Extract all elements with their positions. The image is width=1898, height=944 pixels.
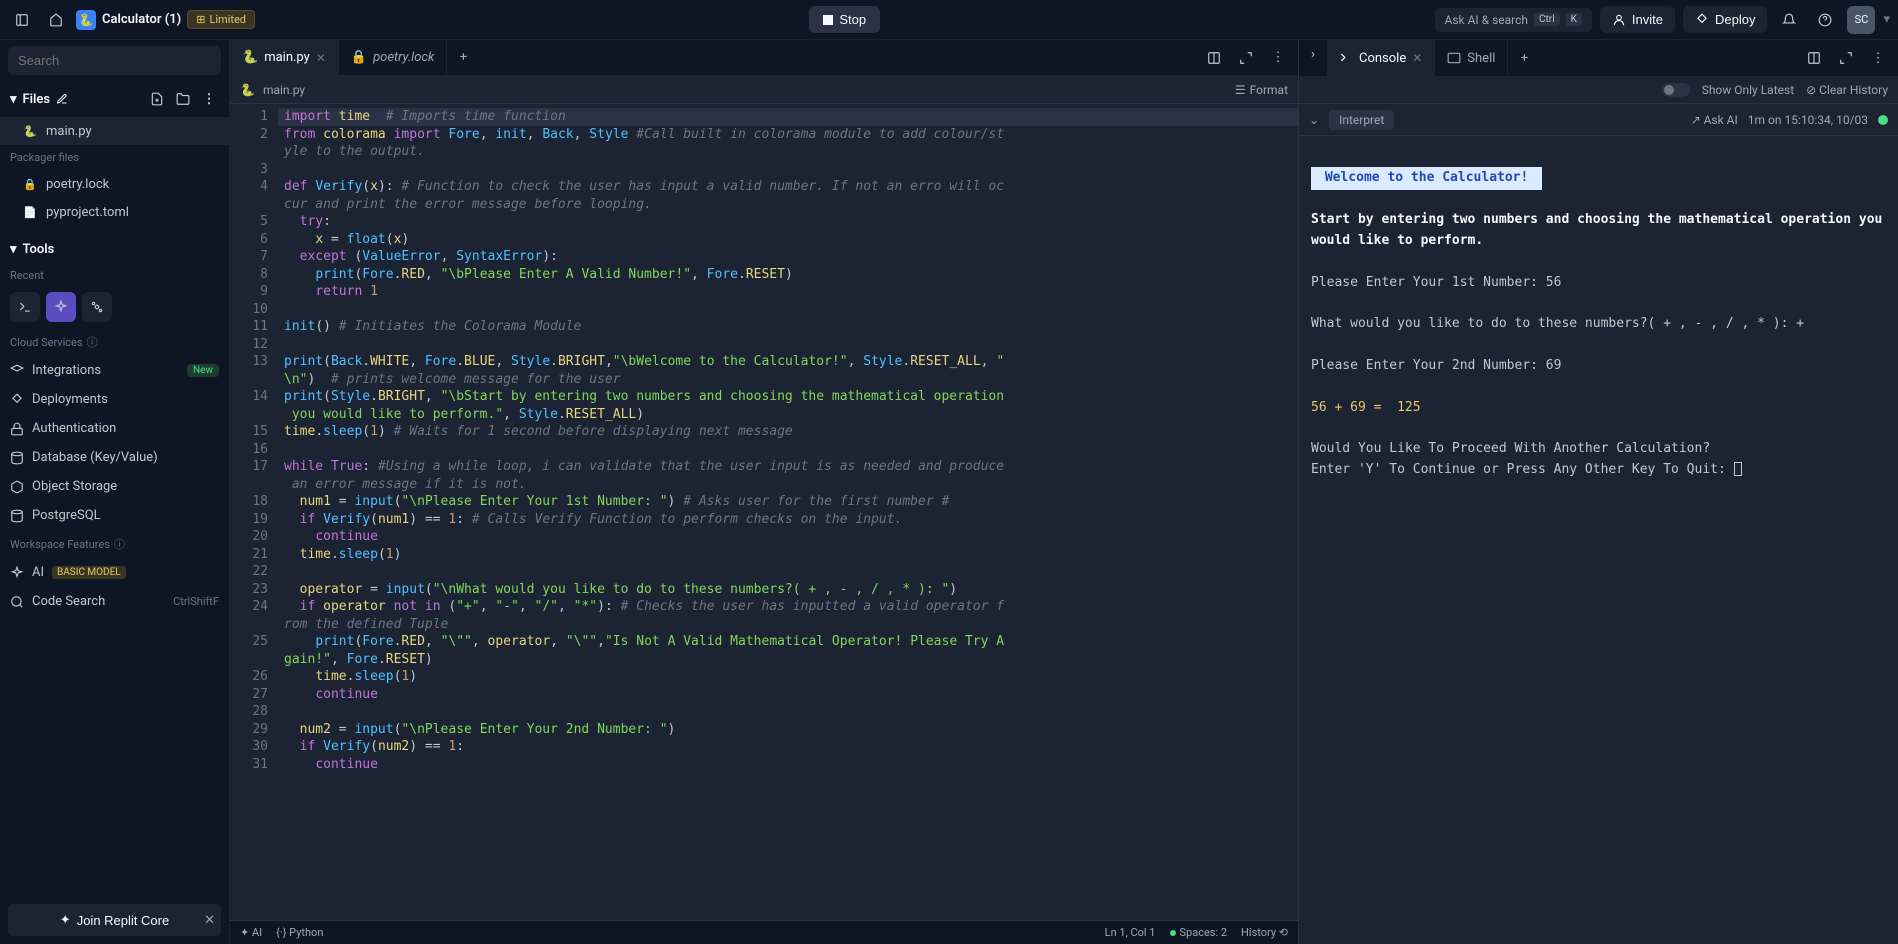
show-latest-toggle[interactable]	[1662, 83, 1690, 97]
close-icon[interactable]: ✕	[204, 912, 215, 928]
packager-header: Packager files	[0, 145, 229, 170]
status-lang[interactable]: {·} Python	[276, 926, 323, 939]
status-spaces[interactable]: Spaces: 2	[1180, 926, 1228, 939]
app-title: Calculator (1)	[102, 12, 181, 27]
chevron-down-icon[interactable]: ▾	[1883, 12, 1890, 27]
chevron-down-icon[interactable]: ⌄	[1309, 113, 1319, 127]
tools-header[interactable]: ▾Tools	[0, 234, 229, 265]
status-history[interactable]: History ⟲	[1241, 926, 1288, 939]
new-file-icon[interactable]	[147, 89, 167, 109]
file-item[interactable]: 🔒poetry.lock	[0, 170, 229, 198]
tab-console[interactable]: Console✕	[1327, 40, 1435, 76]
interpret-button[interactable]: Interpret	[1329, 110, 1394, 130]
sidebar-item-database[interactable]: Database (Key/Value)	[0, 443, 229, 472]
app-icon: 🐍	[76, 10, 96, 30]
sidebar-item-authentication[interactable]: Authentication	[0, 414, 229, 443]
code-editor[interactable]: 1234567891011121314151617181920212223242…	[230, 104, 1298, 920]
close-icon[interactable]: ✕	[316, 51, 326, 65]
files-header[interactable]: ▾Files ⋮	[0, 81, 229, 117]
status-position[interactable]: Ln 1, Col 1	[1105, 926, 1156, 939]
ask-ai-link[interactable]: ↗ Ask AI	[1691, 113, 1738, 127]
recent-label: Recent	[0, 265, 229, 286]
status-indicator-icon	[1878, 115, 1888, 125]
format-button[interactable]: ☰ Format	[1235, 83, 1288, 97]
file-item[interactable]: 📄pyproject.toml	[0, 198, 229, 226]
file-item[interactable]: 🐍main.py	[0, 117, 229, 145]
new-folder-icon[interactable]	[173, 89, 193, 109]
bell-icon[interactable]	[1775, 6, 1803, 34]
deploy-button[interactable]: Deploy	[1683, 6, 1767, 33]
tab-main-py[interactable]: 🐍main.py✕	[230, 40, 339, 75]
sidebar-item-code-search[interactable]: Code SearchCtrlShiftF	[0, 587, 229, 616]
invite-button[interactable]: Invite	[1600, 6, 1675, 33]
timestamp: 1m on 15:10:34, 10/03	[1748, 113, 1868, 127]
sidebar-item-deployments[interactable]: Deployments	[0, 385, 229, 414]
limited-badge[interactable]: ⊞ Limited	[187, 10, 255, 29]
more-icon[interactable]: ⋮	[1264, 44, 1292, 72]
console-tool-icon[interactable]	[10, 292, 40, 322]
status-ai[interactable]: ✦ AI	[240, 926, 262, 939]
sidebar: ▾Files ⋮ 🐍main.py Packager files 🔒poetry…	[0, 40, 230, 944]
workspace-features-header: Workspace Features ⓘ	[0, 530, 229, 558]
join-replit-core-button[interactable]: ✦ Join Replit Core✕	[8, 904, 221, 936]
chevron-icon[interactable]: ›	[1299, 40, 1327, 68]
sidebar-item-postgresql[interactable]: PostgreSQL	[0, 501, 229, 530]
sidebar-toggle-icon[interactable]	[8, 6, 36, 34]
editor-tabs: 🐍main.py✕ 🔒poetry.lock + ⋮	[230, 40, 1298, 76]
cloud-services-header: Cloud Services ⓘ	[0, 328, 229, 356]
topbar: 🐍 Calculator (1) ⊞ Limited Stop Ask AI &…	[0, 0, 1898, 40]
expand-icon[interactable]	[1832, 44, 1860, 72]
ask-ai-search[interactable]: Ask AI & search CtrlK	[1435, 8, 1592, 32]
split-icon[interactable]	[1800, 44, 1828, 72]
expand-icon[interactable]	[1232, 44, 1260, 72]
git-tool-icon[interactable]	[82, 292, 112, 322]
statusbar: ✦ AI {·} Python Ln 1, Col 1 Spaces: 2 Hi…	[230, 920, 1298, 944]
clear-history-button[interactable]: ⊘ Clear History	[1806, 83, 1888, 97]
sidebar-item-ai[interactable]: AIBASIC MODEL	[0, 558, 229, 587]
breadcrumb: main.py	[263, 83, 305, 97]
more-icon[interactable]: ⋮	[1864, 44, 1892, 72]
console-pane: › Console✕ Shell + ⋮ Show Only Latest ⊘ …	[1298, 40, 1898, 944]
close-icon[interactable]: ✕	[1412, 51, 1422, 65]
help-icon[interactable]	[1811, 6, 1839, 34]
sidebar-item-integrations[interactable]: IntegrationsNew	[0, 356, 229, 385]
tab-poetry-lock[interactable]: 🔒poetry.lock	[339, 40, 448, 75]
show-latest-label: Show Only Latest	[1702, 83, 1794, 97]
sidebar-item-object-storage[interactable]: Object Storage	[0, 472, 229, 501]
ai-tool-icon[interactable]	[46, 292, 76, 322]
split-icon[interactable]	[1200, 44, 1228, 72]
console-output[interactable]: Welcome to the Calculator! Start by ente…	[1299, 136, 1898, 944]
search-input[interactable]	[8, 46, 221, 75]
more-icon[interactable]: ⋮	[199, 89, 219, 109]
editor-pane: 🐍main.py✕ 🔒poetry.lock + ⋮ 🐍main.py ☰ Fo…	[230, 40, 1298, 944]
stop-button[interactable]: Stop	[809, 6, 880, 33]
home-icon[interactable]	[42, 6, 70, 34]
avatar[interactable]: SC	[1847, 6, 1875, 34]
add-tab-button[interactable]: +	[1508, 40, 1540, 76]
tab-shell[interactable]: Shell	[1435, 40, 1508, 76]
add-tab-button[interactable]: +	[447, 40, 479, 75]
